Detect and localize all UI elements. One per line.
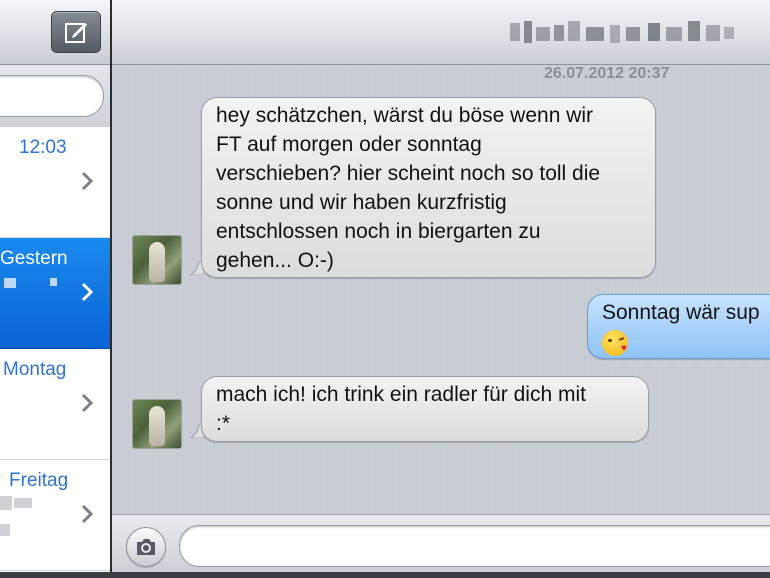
search-input[interactable] bbox=[0, 75, 104, 117]
contact-avatar bbox=[132, 399, 182, 449]
compose-icon bbox=[65, 23, 87, 43]
camera-button[interactable] bbox=[126, 527, 166, 567]
contact-name-obscured bbox=[510, 17, 736, 47]
conversation-time: Freitag bbox=[9, 470, 69, 491]
conversation-time: 12:03 bbox=[19, 137, 67, 158]
window-bottom-edge bbox=[0, 572, 770, 578]
conversation-row[interactable]: Montag bbox=[0, 349, 110, 460]
compose-button[interactable] bbox=[51, 11, 101, 53]
conversation-list-pane: 12:03 Gestern Montag Freitag bbox=[0, 0, 110, 578]
incoming-message-bubble[interactable]: mach ich! ich trink ein radler für dich … bbox=[201, 376, 649, 442]
message-text: mach ich! ich trink ein radler für dich … bbox=[216, 383, 586, 435]
chevron-right-icon bbox=[81, 282, 94, 302]
search-bar bbox=[0, 65, 110, 128]
chat-pane: 26.07.2012 20:37 hey schätzchen, wärst d… bbox=[112, 0, 770, 578]
message-input-bar bbox=[112, 514, 770, 578]
message-timestamp: 26.07.2012 20:37 bbox=[544, 65, 670, 82]
conversation-row[interactable]: Freitag bbox=[0, 460, 110, 571]
obscured-preview bbox=[0, 524, 10, 536]
message-text: hey schätzchen, wärst du böse wenn wir F… bbox=[216, 104, 601, 272]
chat-header bbox=[112, 0, 770, 65]
sidebar-toolbar bbox=[0, 0, 110, 65]
conversation-time: Montag bbox=[3, 359, 67, 380]
chevron-right-icon bbox=[81, 171, 94, 191]
obscured-preview bbox=[50, 278, 57, 286]
message-text: Sonntag wär sup bbox=[602, 301, 760, 324]
message-input[interactable] bbox=[179, 525, 770, 567]
obscured-preview bbox=[4, 278, 16, 288]
chevron-right-icon bbox=[81, 393, 94, 413]
conversation-row-selected[interactable]: Gestern bbox=[0, 238, 110, 349]
chevron-right-icon bbox=[81, 504, 94, 524]
outgoing-message-bubble[interactable]: Sonntag wär sup ♥ bbox=[587, 294, 770, 359]
obscured-preview bbox=[0, 496, 12, 510]
contact-avatar bbox=[132, 235, 182, 285]
kissing-face-emoji-icon: ♥ bbox=[602, 330, 628, 357]
conversation-time: Gestern bbox=[0, 248, 68, 269]
obscured-preview bbox=[14, 498, 32, 508]
camera-icon bbox=[137, 539, 155, 555]
incoming-message-bubble[interactable]: hey schätzchen, wärst du böse wenn wir F… bbox=[201, 97, 656, 278]
conversation-row[interactable]: 12:03 bbox=[0, 127, 110, 238]
